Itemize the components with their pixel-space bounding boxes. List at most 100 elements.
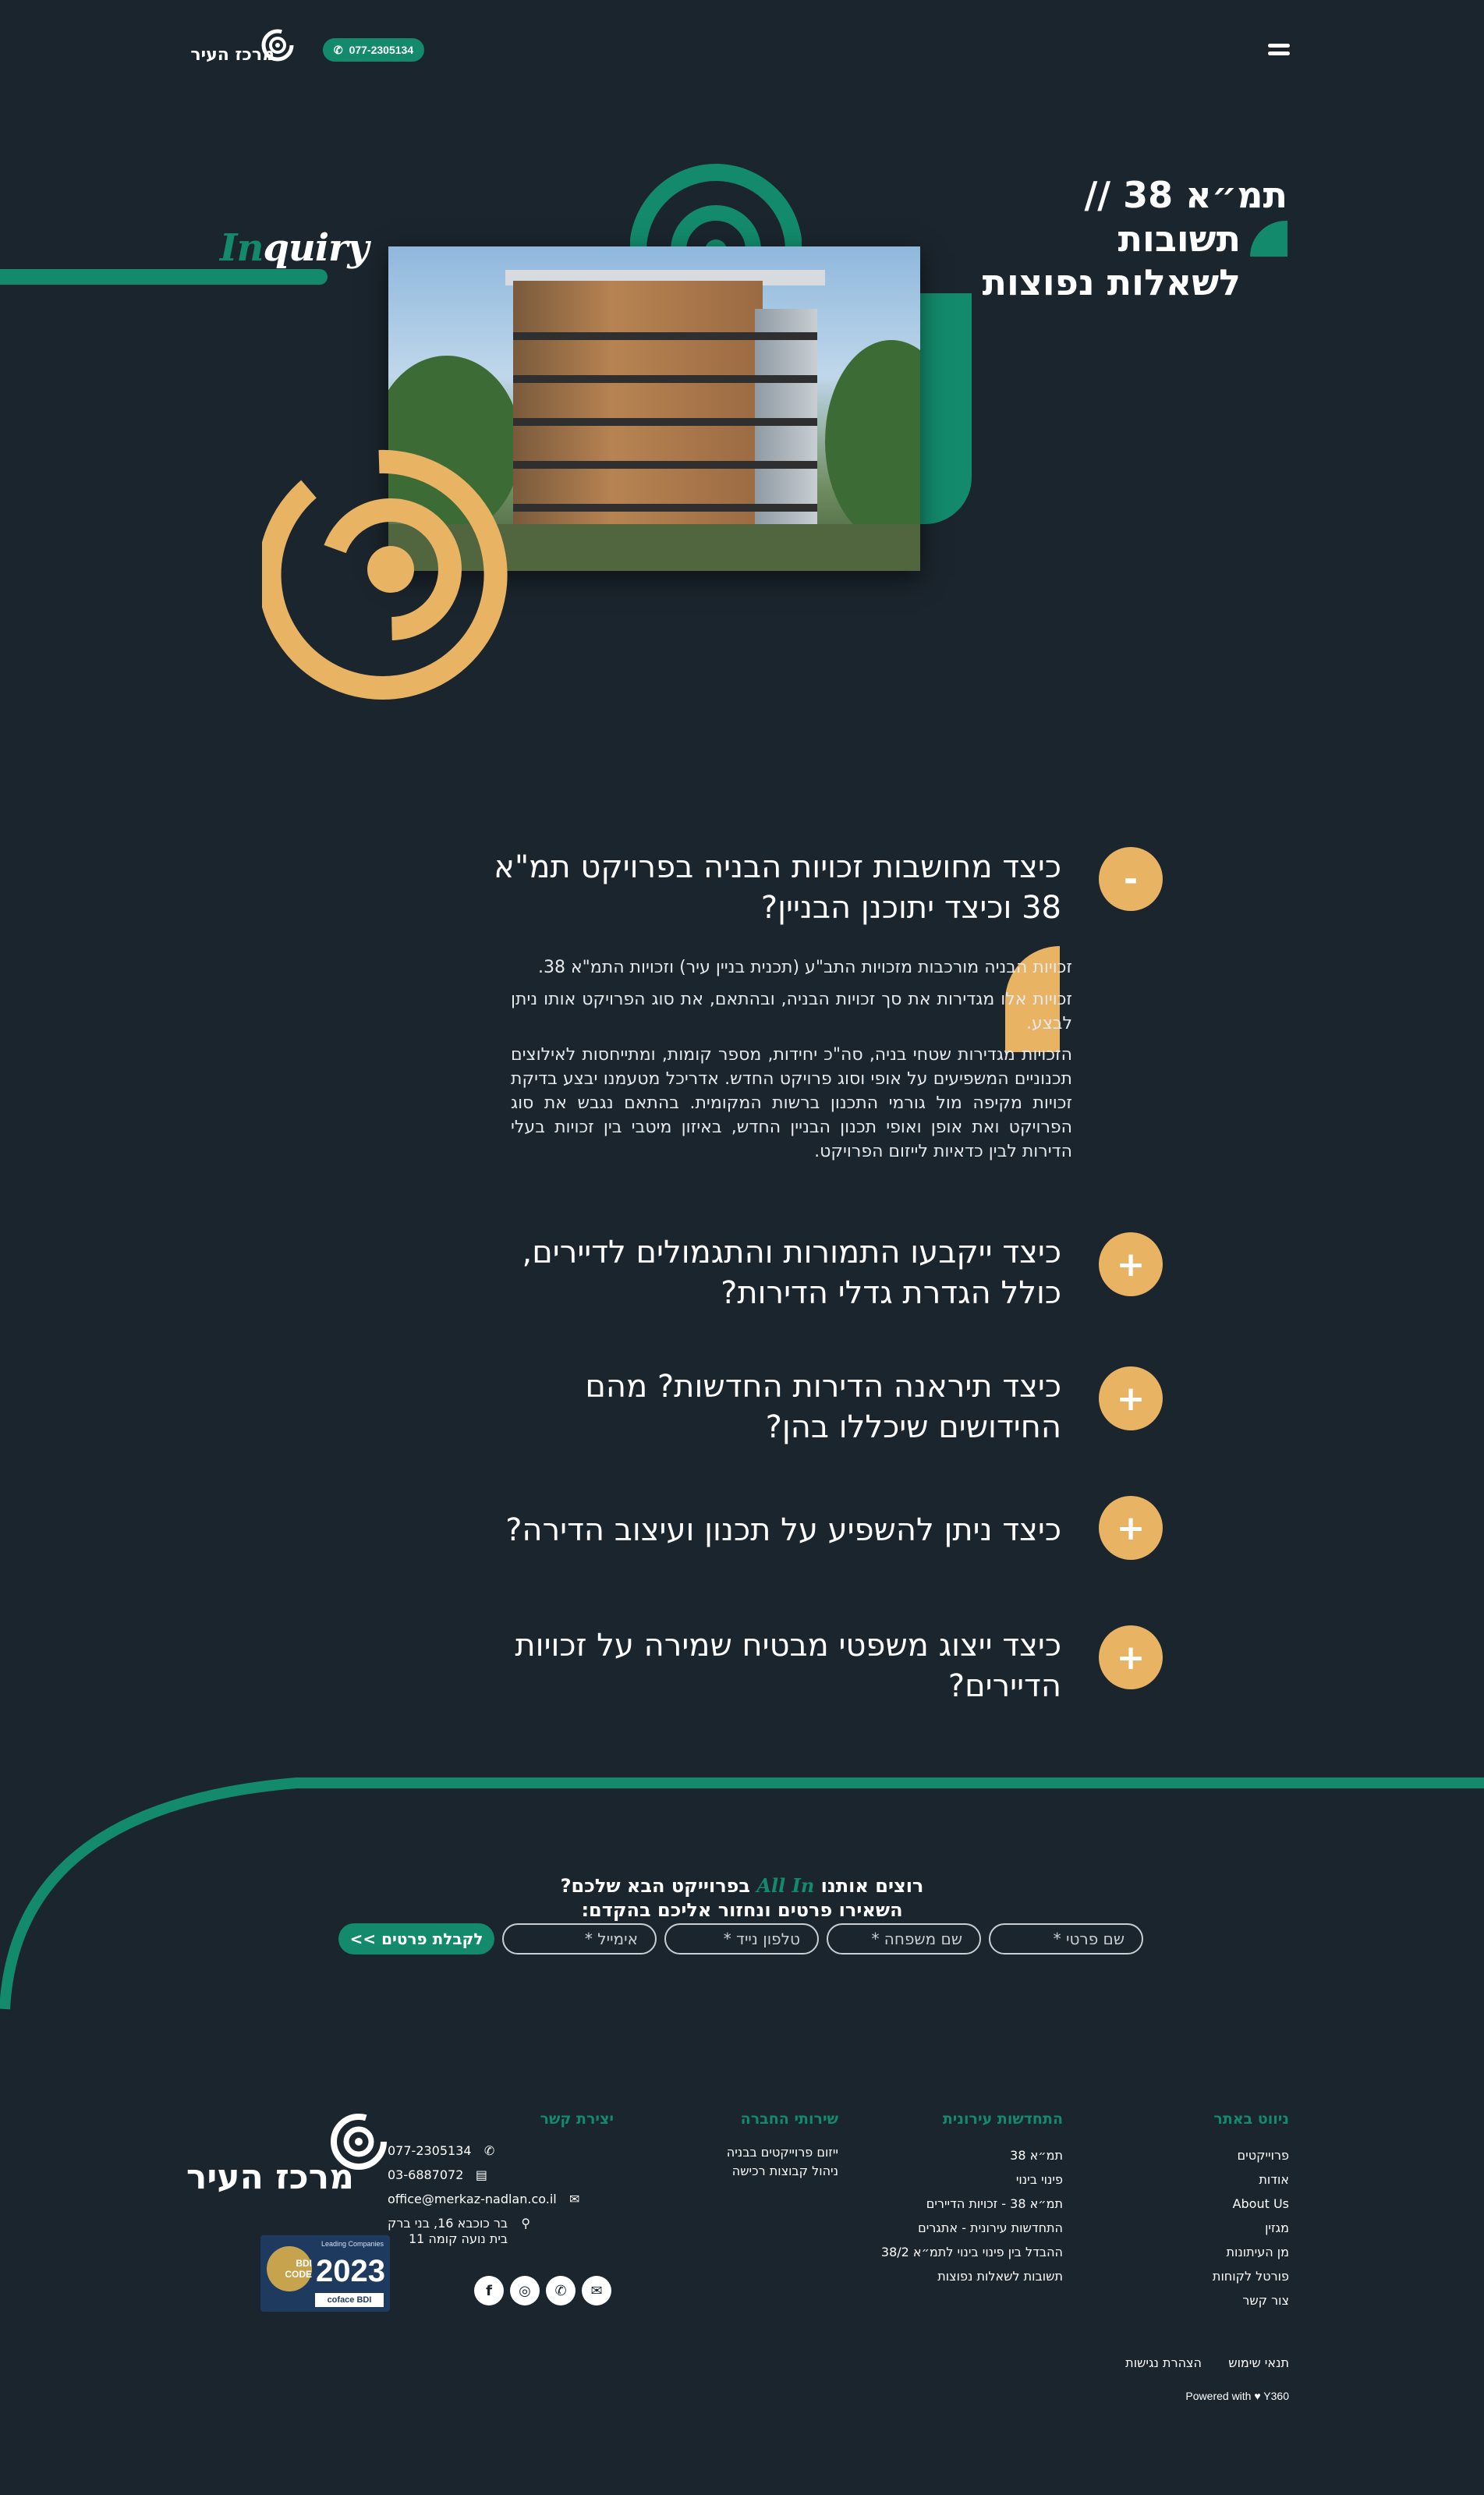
faq-expand-button[interactable]: + [1099, 1366, 1163, 1430]
footer-nav-link[interactable]: פורטל לקוחות [1063, 2264, 1289, 2288]
hero-green-frame [917, 293, 972, 524]
submit-button[interactable]: לקבלת פרטים >> [338, 1923, 494, 1955]
inquiry-bar [0, 269, 328, 285]
leading-companies-badge: BDI CODE Leading Companies 2023 coface B… [260, 2235, 390, 2312]
footer-renewal-link[interactable]: ההבדל בין פינוי בינוי לתמ״א 38/2 [837, 2240, 1063, 2264]
bdi-code-medal: BDI CODE [267, 2246, 312, 2291]
header-phone-button[interactable]: ✆ 077-2305134 [323, 38, 424, 62]
footer-nav-column: ניווט באתר פרוייקטים אודות About Us מגזי… [1063, 2110, 1289, 2312]
instagram-icon[interactable]: ◎ [510, 2276, 540, 2305]
faq-collapse-button[interactable]: - [1099, 847, 1163, 911]
footer-nav-link[interactable]: About Us [1063, 2192, 1289, 2216]
faq-item: + כיצד ייקבעו התמורות והתגמולים לדיירים,… [484, 1232, 1163, 1313]
green-target-decoration [630, 164, 802, 252]
faq-answer-paragraph: זכויות אלו מגדירות את סך זכויות הבניה, ו… [511, 989, 1072, 1033]
header-phone-number: 077-2305134 [349, 44, 414, 56]
contact-heading: רוצים אותנו All In בפרוייקט הבא שלכם? הש… [0, 1873, 1484, 1923]
header-logo-text: מרכז העיר [190, 45, 274, 65]
footer-phone-item[interactable]: ✆ 077-2305134 [388, 2143, 614, 2159]
hamburger-menu-icon[interactable] [1266, 44, 1290, 56]
orange-target-decoration [262, 449, 508, 700]
map-pin-icon: ⚲ [521, 2216, 531, 2231]
first-name-field[interactable]: שם פרטי * [989, 1923, 1143, 1955]
building-floor-line [513, 504, 817, 512]
contact-subtitle: השאירו פרטים ונחזור אליכם בהקדם: [581, 1899, 903, 1922]
phone-icon: ✆ [483, 2143, 495, 2158]
badge-brand: coface BDI [315, 2293, 384, 2307]
inquiry-accent: In [220, 226, 264, 270]
building-floor-line [513, 332, 817, 340]
footer-renewal-link[interactable]: תמ״א 38 [837, 2143, 1063, 2167]
faq-expand-button[interactable]: + [1099, 1496, 1163, 1560]
page-title-line-2: תשובות [1117, 218, 1241, 260]
email-icon[interactable]: ✉ [582, 2276, 611, 2305]
contact-title-post: בפרוייקט הבא שלכם? [560, 1875, 751, 1897]
footer-nav-link[interactable]: מגזין [1063, 2216, 1289, 2240]
footer-renewal-link[interactable]: תמ״א 38 - זכויות הדיירים [837, 2192, 1063, 2216]
contact-heading-line: רוצים אותנו All In בפרוייקט הבא שלכם? [0, 1873, 1484, 1898]
footer-renewal-heading: התחדשות עירונית [942, 2110, 1063, 2128]
footer-address-item[interactable]: ⚲ בר כוכבא 16, בני ברק בית נועה קומה 11 [388, 2216, 614, 2247]
phone-field[interactable]: טלפון נייד * [664, 1923, 819, 1955]
tree-shape [825, 340, 920, 543]
faq-expand-button[interactable]: + [1099, 1625, 1163, 1689]
footer-nav-link[interactable]: אודות [1063, 2167, 1289, 2192]
accessibility-link[interactable]: הצהרת נגישות [1125, 2355, 1202, 2370]
footer-renewal-link[interactable]: תשובות לשאלות נפוצות [837, 2264, 1063, 2288]
faq-answer-paragraph: הזכויות מגדירות שטחי בניה, סה"כ יחידות, … [511, 1045, 1072, 1161]
faq-answer-paragraph: זכויות הבניה מורכבות מזכויות התב"ע (תכני… [537, 958, 1072, 977]
facebook-icon[interactable]: f [474, 2276, 504, 2305]
footer-contact-column: יצירת קשר ✆ 077-2305134 ▤ 03-6887072 ✉ o… [388, 2110, 614, 2256]
faq-question[interactable]: כיצד ייצוג משפטי מבטיח שמירה על זכויות ה… [484, 1625, 1061, 1706]
building-floor-line [513, 418, 817, 426]
footer-address: בר כוכבא 16, בני ברק בית נועה קומה 11 [388, 2216, 508, 2247]
faq-question[interactable]: כיצד תיראנה הדירות החדשות? מהם החידושים … [484, 1366, 1061, 1448]
faq-question[interactable]: כיצד ייקבעו התמורות והתגמולים לדיירים, כ… [484, 1232, 1061, 1313]
header-logo[interactable]: מרכז העיר [190, 28, 295, 70]
phone-icon: ✆ [333, 43, 343, 56]
last-name-field[interactable]: שם משפחה * [827, 1923, 981, 1955]
fax-icon: ▤ [475, 2167, 487, 2182]
footer-address-line-2: בית נועה קומה 11 [408, 2231, 508, 2246]
faq-item: + כיצד ייצוג משפטי מבטיח שמירה על זכויות… [484, 1625, 1163, 1706]
footer-fax-item[interactable]: ▤ 03-6887072 [388, 2167, 614, 2183]
inquiry-label: Inquiry [220, 226, 369, 270]
badge-year: 2023 [316, 2254, 385, 2288]
page-title: תמ״א 38 // תשובות לשאלות נפוצות [921, 173, 1287, 304]
contact-title-accent: All In [756, 1874, 815, 1897]
footer-services-link[interactable]: ניהול קבוצות רכישה [636, 2162, 838, 2181]
faq-question[interactable]: כיצד מחושבות זכויות הבניה בפרויקט תמ"א 3… [484, 847, 1061, 928]
faq-item: + כיצד תיראנה הדירות החדשות? מהם החידושי… [484, 1366, 1163, 1448]
footer-renewal-link[interactable]: התחדשות עירונית - אתגרים [837, 2216, 1063, 2240]
footer-services-column: שירותי החברה ייזום פרוייקטים בבניה ניהול… [636, 2110, 838, 2181]
envelope-icon: ✉ [569, 2192, 580, 2206]
powered-by[interactable]: Powered with ♥ Y360 [1185, 2390, 1289, 2402]
faq-item: + כיצד ניתן להשפיע על תכנון ועיצוב הדירה… [484, 1496, 1163, 1560]
faq-expand-button[interactable]: + [1099, 1232, 1163, 1296]
footer-logo[interactable]: מרכז העיר [186, 2110, 390, 2204]
footer-renewal-link[interactable]: פינוי בינוי [837, 2167, 1063, 2192]
faq-answer: זכויות הבניה מורכבות מזכויות התב"ע (תכני… [511, 956, 1072, 1164]
footer-phone: 077-2305134 [388, 2143, 472, 2158]
footer-email: office@merkaz-nadlan.co.il [388, 2192, 557, 2206]
building-floor-line [513, 461, 817, 469]
footer-renewal-column: התחדשות עירונית תמ״א 38 פינוי בינוי תמ״א… [837, 2110, 1063, 2288]
footer-contact-heading: יצירת קשר [540, 2110, 614, 2128]
footer-nav-link[interactable]: צור קשר [1063, 2288, 1289, 2312]
faq-item: - כיצד מחושבות זכויות הבניה בפרויקט תמ"א… [484, 847, 1163, 1171]
terms-link[interactable]: תנאי שימוש [1228, 2355, 1289, 2370]
inquiry-rest: quiry [263, 226, 369, 270]
footer-fax: 03-6887072 [388, 2167, 464, 2182]
footer-email-item[interactable]: ✉ office@merkaz-nadlan.co.il [388, 2192, 614, 2207]
building-floor-line [513, 375, 817, 383]
footer-logo-text: מרכז העיר [186, 2157, 354, 2197]
footer-nav-link[interactable]: מן העיתונות [1063, 2240, 1289, 2264]
whatsapp-icon[interactable]: ✆ [546, 2276, 576, 2305]
badge-caption: Leading Companies [321, 2240, 384, 2248]
faq-question[interactable]: כיצד ניתן להשפיע על תכנון ועיצוב הדירה? [484, 1496, 1061, 1551]
footer-services-link[interactable]: ייזום פרוייקטים בבניה [636, 2143, 838, 2162]
email-field[interactable]: אימייל * [502, 1923, 657, 1955]
contact-title-pre: רוצים אותנו [820, 1875, 924, 1897]
footer-nav-link[interactable]: פרוייקטים [1063, 2143, 1289, 2167]
footer-nav-heading: ניווט באתר [1213, 2110, 1289, 2128]
